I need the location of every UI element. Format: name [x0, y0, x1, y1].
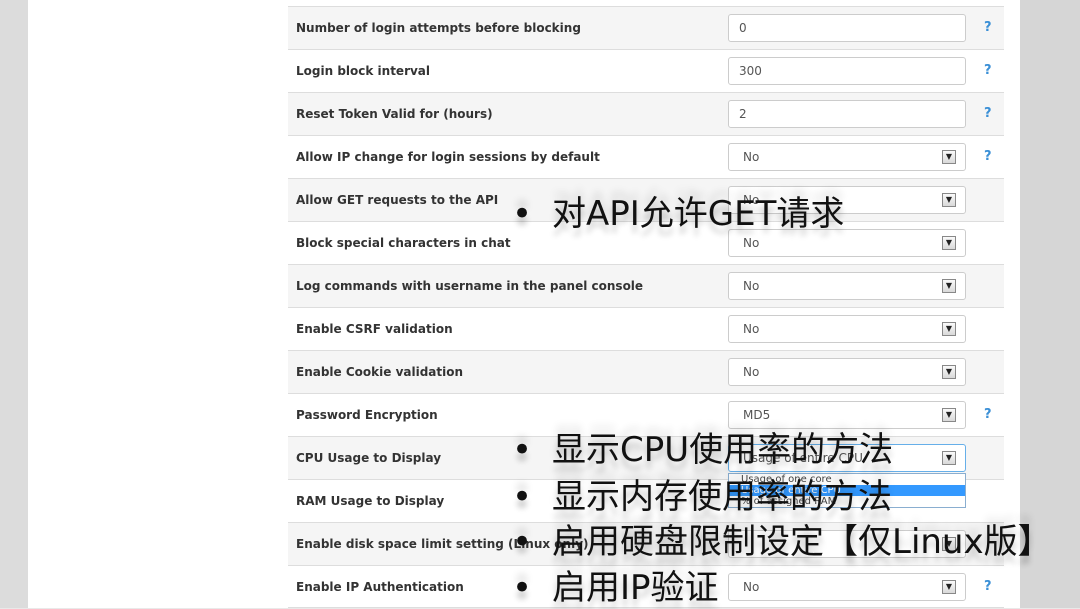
- setting-row-ip-auth: Enable IP Authentication No ▼ ?: [288, 565, 1004, 608]
- dropdown-option[interactable]: Usage of one core: [729, 474, 965, 485]
- setting-row-cookie: Enable Cookie validation No ▼: [288, 350, 1004, 393]
- help-icon[interactable]: ?: [984, 394, 992, 436]
- select-value: No: [743, 236, 760, 250]
- select-value: Usage of entire CPU: [743, 451, 863, 465]
- ip-auth-select[interactable]: No ▼: [728, 573, 966, 601]
- setting-label: Password Encryption: [296, 408, 438, 422]
- select-value: No: [743, 322, 760, 336]
- select-value: No: [743, 580, 760, 594]
- setting-label: CPU Usage to Display: [296, 451, 442, 465]
- setting-row-csrf: Enable CSRF validation No ▼: [288, 307, 1004, 350]
- cpu-usage-select[interactable]: Usage of entire CPU ▼: [728, 444, 966, 472]
- setting-row-block-special-chars: Block special characters in chat No ▼: [288, 221, 1004, 264]
- help-icon[interactable]: ?: [984, 136, 992, 178]
- setting-label: Allow GET requests to the API: [296, 193, 499, 207]
- select-value: MD5: [743, 408, 771, 422]
- setting-label: Allow IP change for login sessions by de…: [296, 150, 600, 164]
- chevron-down-icon[interactable]: ▼: [942, 580, 956, 594]
- log-commands-select[interactable]: No ▼: [728, 272, 966, 300]
- select-value: No: [743, 279, 760, 293]
- chevron-down-icon[interactable]: ▼: [942, 150, 956, 164]
- help-icon[interactable]: ?: [984, 7, 992, 49]
- left-gutter: [0, 0, 28, 608]
- chevron-down-icon[interactable]: ▼: [942, 236, 956, 250]
- dropdown-option[interactable]: % of assigned RAM: [729, 496, 965, 507]
- setting-row-disk-limit: Enable disk space limit setting (Linux o…: [288, 522, 1004, 565]
- setting-row-allow-ip-change: Allow IP change for login sessions by de…: [288, 135, 1004, 178]
- setting-label: Enable IP Authentication: [296, 580, 464, 594]
- setting-row-password-encryption: Password Encryption MD5 ▼ ?: [288, 393, 1004, 436]
- setting-row-login-block-interval: Login block interval ?: [288, 49, 1004, 92]
- chevron-down-icon[interactable]: ▼: [942, 408, 956, 422]
- chevron-down-icon[interactable]: ▼: [942, 322, 956, 336]
- csrf-select[interactable]: No ▼: [728, 315, 966, 343]
- chevron-down-icon[interactable]: ▼: [942, 451, 956, 465]
- setting-label: Log commands with username in the panel …: [296, 279, 644, 293]
- right-gutter: [1020, 0, 1080, 608]
- block-special-chars-select[interactable]: No ▼: [728, 229, 966, 257]
- setting-label: Block special characters in chat: [296, 236, 511, 250]
- setting-label: Login block interval: [296, 64, 431, 78]
- settings-table: Number of login attempts before blocking…: [288, 6, 1004, 608]
- help-icon[interactable]: ?: [984, 93, 992, 135]
- select-value: No: [743, 193, 760, 207]
- setting-row-allow-get-requests: Allow GET requests to the API No ▼: [288, 178, 1004, 221]
- chevron-down-icon[interactable]: ▼: [942, 365, 956, 379]
- setting-label: RAM Usage to Display: [296, 494, 445, 508]
- chevron-down-icon[interactable]: ▼: [942, 193, 956, 207]
- allow-ip-change-select[interactable]: No ▼: [728, 143, 966, 171]
- setting-row-login-attempts: Number of login attempts before blocking…: [288, 6, 1004, 49]
- setting-label: Reset Token Valid for (hours): [296, 107, 493, 121]
- disk-limit-select[interactable]: ▼: [728, 530, 966, 558]
- setting-label: Enable disk space limit setting (Linux o…: [296, 537, 589, 551]
- password-encryption-select[interactable]: MD5 ▼: [728, 401, 966, 429]
- select-value: No: [743, 365, 760, 379]
- chevron-down-icon[interactable]: ▼: [942, 279, 956, 293]
- help-icon[interactable]: ?: [984, 50, 992, 92]
- allow-get-requests-select[interactable]: No ▼: [728, 186, 966, 214]
- chevron-down-icon[interactable]: ▼: [942, 537, 956, 551]
- select-value: No: [743, 150, 760, 164]
- setting-label: Number of login attempts before blocking: [296, 21, 581, 35]
- login-block-interval-input[interactable]: [728, 57, 966, 85]
- setting-row-reset-token: Reset Token Valid for (hours) ?: [288, 92, 1004, 135]
- reset-token-input[interactable]: [728, 100, 966, 128]
- setting-row-log-commands: Log commands with username in the panel …: [288, 264, 1004, 307]
- cpu-usage-dropdown-list: Usage of one core Usage of entire CPU % …: [728, 473, 966, 508]
- dropdown-option-selected[interactable]: Usage of entire CPU: [729, 485, 965, 496]
- cookie-select[interactable]: No ▼: [728, 358, 966, 386]
- help-icon[interactable]: ?: [984, 566, 992, 608]
- setting-label: Enable Cookie validation: [296, 365, 464, 379]
- login-attempts-input[interactable]: [728, 14, 966, 42]
- setting-label: Enable CSRF validation: [296, 322, 453, 336]
